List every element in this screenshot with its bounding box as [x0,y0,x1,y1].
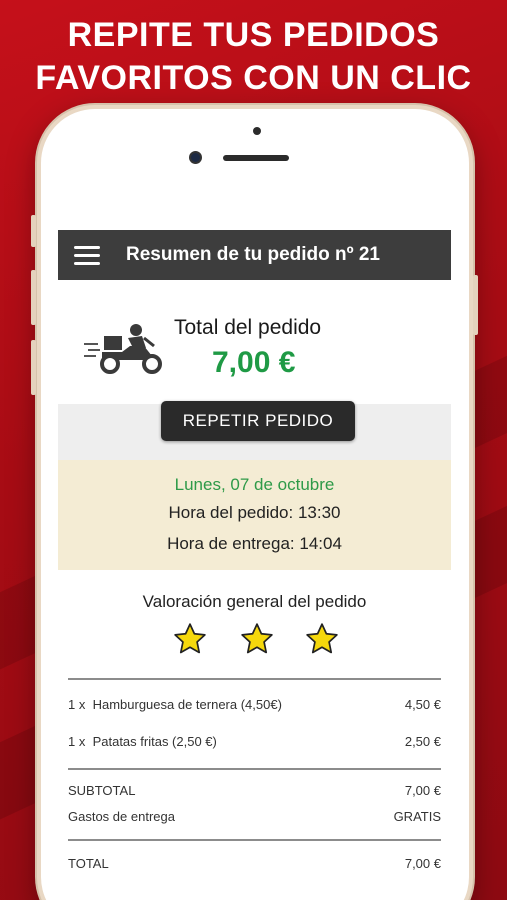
hamburger-menu-icon[interactable] [58,230,116,280]
item-description: 1 x Patatas fritas (2,50 €) [68,734,217,749]
shipping-value: GRATIS [393,809,441,824]
total-row-value: 7,00 € [404,856,441,871]
item-quantity: 1 x [68,734,86,749]
star-icon[interactable] [240,622,274,656]
item-price: 2,50 € [404,734,441,749]
order-date: Lunes, 07 de octubre [174,475,335,494]
total-label: Total del pedido [174,316,322,339]
total-row-label: TOTAL [68,856,109,871]
order-times-section: Lunes, 07 de octubre Hora del pedido: 13… [58,460,451,570]
promo-headline: REPITE TUS PEDIDOS FAVORITOS CON UN CLIC [0,14,507,100]
shipping-row: Gastos de entrega GRATIS [68,809,441,824]
rating-title: Valoración general del pedido [142,592,367,611]
page-title: Resumen de tu pedido nº 21 [126,244,380,265]
headline-line-1: REPITE TUS PEDIDOS [67,16,440,54]
item-description: 1 x Hamburguesa de ternera (4,50€) [68,697,282,712]
total-row: TOTAL 7,00 € [68,856,441,871]
phone-mute-switch [31,215,36,247]
phone-speaker [223,155,289,161]
phone-volume-down [31,340,36,395]
rating-stars [58,622,451,662]
phone-sensor [253,127,261,135]
shipping-label: Gastos de entrega [68,809,175,824]
subtotal-label: SUBTOTAL [68,783,136,798]
delivery-time: Hora de entrega: 14:04 [167,534,342,553]
repeat-order-button[interactable]: REPETIR PEDIDO [161,401,355,441]
phone-volume-up [31,270,36,325]
star-icon[interactable] [305,622,339,656]
star-icon[interactable] [173,622,207,656]
order-total-section: Total del pedido 7,00 € [58,280,451,404]
app-screen: Resumen de tu pedido nº 21 Total del ped… [58,230,451,900]
divider [68,768,441,770]
app-bar: Resumen de tu pedido nº 21 [58,230,451,280]
subtotal-value: 7,00 € [404,783,441,798]
item-quantity: 1 x [68,697,86,712]
subtotal-row: SUBTOTAL 7,00 € [68,783,441,798]
order-time: Hora del pedido: 13:30 [168,503,341,522]
delivery-scooter-icon [84,324,162,374]
divider [68,678,441,680]
item-price: 4,50 € [404,697,441,712]
list-item: 1 x Patatas fritas (2,50 €) 2,50 € [68,734,441,749]
item-name: Patatas fritas (2,50 €) [92,734,217,749]
total-amount: 7,00 € [212,346,296,379]
headline-line-2: FAVORITOS CON UN CLIC [35,59,472,97]
phone-power-button [473,275,478,335]
list-item: 1 x Hamburguesa de ternera (4,50€) 4,50 … [68,697,441,712]
phone-front-camera [189,151,202,164]
divider [68,839,441,841]
item-name: Hamburguesa de ternera (4,50€) [92,697,282,712]
